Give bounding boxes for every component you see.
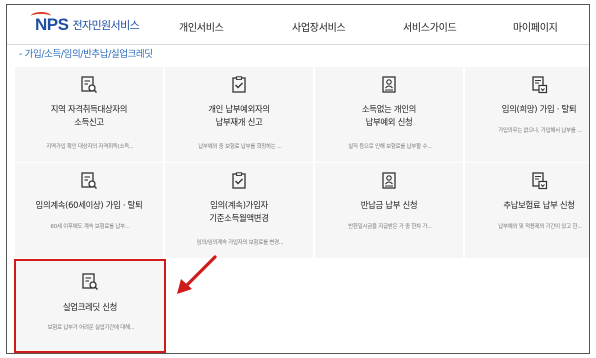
person-document-icon [382,76,396,93]
logo-text: 전자민원서비스 [72,19,140,32]
nps-logo-mark: NPS [31,12,69,35]
card-description: 60세 이후에도 계속 보험료를 납부... [50,224,130,230]
nav-business-service[interactable]: 사업장서비스 [292,19,346,34]
document-download-icon [532,172,548,190]
person-document-icon [382,172,396,189]
page-frame: NPS 전자민원서비스 개인서비스 사업장서비스 서비스가이드 마이페이지 - … [6,4,590,354]
card-title: 소득없는 개인의 납부예외 신청 [361,104,417,127]
card-refund-repayment-request[interactable]: 반납금 납부 신청 반환일시금을 지급받은 가 중 한차 가... [315,163,465,260]
card-voluntary-join-leave[interactable]: 임의(희망) 가입 · 탈퇴 가입의무는 없으나, 가입해서 납부를 ... [465,67,589,164]
card-title: 임의(희망) 가입 · 탈퇴 [501,104,577,114]
document-download-icon [532,76,548,94]
clipboard-check-icon [232,76,246,93]
card-title: 임의계속(60세이상) 가입 · 탈퇴 [35,200,143,210]
card-description: 납부예외 및 적용제외 기간이 있고 한... [498,224,582,230]
card-title: 지역 자격취득대상자의 소득신고 [50,104,128,127]
top-navigation: NPS 전자민원서비스 개인서비스 사업장서비스 서비스가이드 마이페이지 [7,5,589,45]
document-search-icon [82,273,98,290]
card-title: 추납보험료 납부 신청 [503,200,575,210]
card-supplementary-payment-request[interactable]: 추납보험료 납부 신청 납부예외 및 적용제외 기간이 있고 한... [465,163,589,260]
card-description: 보험료 납부가 어려운 실업기간에 대해... [47,325,135,331]
card-monthly-income-change[interactable]: 임의(계속)가입자 기준소득월액변경 임의/임의계속 가입자의 보험료를 변경..… [165,163,315,260]
site-logo[interactable]: NPS 전자민원서비스 [31,12,140,35]
pointer-arrow-icon [177,255,217,294]
card-regional-income-report[interactable]: 지역 자격취득대상자의 소득신고 지역가입 확인 대상자의 자격취득(소득... [15,67,165,164]
card-description: 가입의무는 없으나, 가입해서 납부를 ... [498,128,582,134]
nav-personal-service[interactable]: 개인서비스 [179,19,224,34]
card-title: 임의(계속)가입자 기준소득월액변경 [209,200,269,223]
card-unemployment-credit-request[interactable]: 실업크레딧 신청 보험료 납부가 어려운 실업기간에 대해... [14,259,166,353]
card-description: 반환일시금을 지급받은 가 중 한차 가... [348,224,432,230]
card-description: 임의/임의계속 가입자의 보험료를 변경... [196,240,284,246]
card-description: 실직 등으로 인해 보험료를 납부할 수... [348,144,432,150]
card-title: 반납금 납부 신청 [360,200,418,210]
nav-my-page[interactable]: 마이페이지 [513,19,558,34]
nav-service-guide[interactable]: 서비스가이드 [403,19,457,34]
card-description: 지역가입 확인 대상자의 자격취득(소득... [46,144,134,150]
card-description: 납부예외 중 보험료 납부를 희망하는 ... [198,144,282,150]
card-payment-exemption-request[interactable]: 소득없는 개인의 납부예외 신청 실직 등으로 인해 보험료를 납부할 수... [315,67,465,164]
card-title: 실업크레딧 신청 [62,302,118,312]
card-continued-voluntary-join-leave[interactable]: 임의계속(60세이상) 가입 · 탈퇴 60세 이후에도 계속 보험료를 납부.… [15,163,165,260]
breadcrumb: - 가입/소득/임의/반추납/실업크레딧 [19,49,153,60]
clipboard-check-icon [232,172,246,189]
card-title: 개인 납부예외자의 납부재개 신고 [208,104,270,127]
document-search-icon [81,172,97,189]
card-resume-payment-report[interactable]: 개인 납부예외자의 납부재개 신고 납부예외 중 보험료 납부를 희망하는 ... [165,67,315,164]
document-search-icon [81,76,97,93]
